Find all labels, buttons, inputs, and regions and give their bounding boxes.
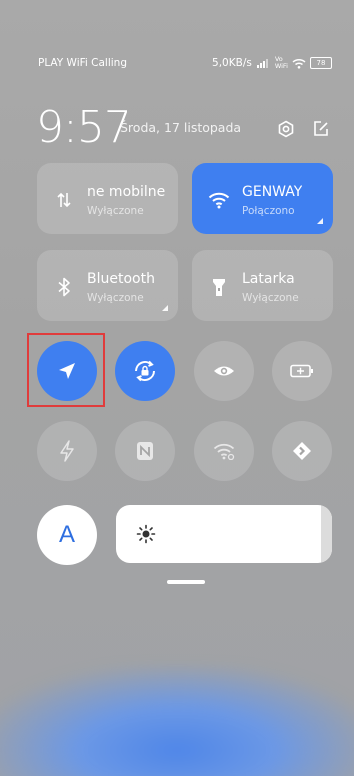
sun-icon — [136, 524, 156, 544]
battery-icon: 78 — [310, 57, 332, 69]
status-right: 5,0KB/s Vo WiFi 78 — [212, 56, 332, 70]
brightness-slider[interactable] — [116, 505, 332, 563]
toggle-screen-cast[interactable] — [272, 421, 332, 481]
mobile-data-arrows-icon — [53, 189, 75, 211]
status-icons: Vo WiFi 78 — [256, 55, 332, 70]
drag-handle[interactable] — [167, 580, 205, 584]
wifi-icon — [208, 189, 230, 211]
expand-corner-icon — [317, 218, 323, 224]
rotation-lock-icon — [135, 360, 155, 382]
tile-subtitle: Wyłączone — [87, 205, 144, 217]
tile-subtitle: Połączono — [242, 205, 295, 217]
toggle-battery-saver[interactable] — [272, 341, 332, 401]
settings-gear-icon[interactable] — [277, 120, 295, 138]
bottom-glow — [0, 666, 354, 776]
wifi-hotspot-icon — [213, 443, 235, 460]
wifi-status-icon — [292, 58, 306, 69]
control-center: PLAY WiFi Calling 5,0KB/s Vo WiFi 78 9:5… — [0, 0, 354, 776]
brightness-track-remainder — [321, 505, 332, 563]
date-label: Środa, 17 listopada — [120, 120, 242, 135]
toggle-rotation-lock[interactable] — [115, 341, 175, 401]
tile-subtitle: Wyłączone — [87, 292, 144, 304]
tile-bluetooth[interactable]: Bluetooth Wyłączone — [37, 250, 178, 321]
tile-title: Bluetooth — [87, 271, 155, 287]
bluetooth-icon — [53, 276, 75, 298]
tile-subtitle: Wyłączone — [242, 292, 299, 304]
flash-icon — [60, 440, 74, 462]
tile-flashlight[interactable]: Latarka Wyłączone — [192, 250, 333, 321]
tile-title: GENWAY — [242, 184, 303, 200]
edit-icon[interactable] — [312, 120, 330, 138]
carrier-label: PLAY WiFi Calling — [38, 57, 127, 69]
toggle-reading-mode[interactable] — [194, 341, 254, 401]
eye-icon — [214, 366, 234, 376]
tile-title: ne mobilne — [87, 184, 166, 200]
volte-wifi-icon: Vo WiFi — [274, 55, 288, 70]
signal-icon — [256, 59, 268, 68]
flashlight-icon — [208, 276, 230, 298]
tile-wifi[interactable]: GENWAY Połączono — [192, 163, 333, 234]
tile-title: Latarka — [242, 271, 295, 287]
clock: 9:57 — [36, 102, 132, 153]
expand-corner-icon — [162, 305, 168, 311]
battery-saver-icon — [290, 364, 313, 378]
toggle-hotspot[interactable] — [194, 421, 254, 481]
network-speed: 5,0KB/s — [212, 57, 252, 69]
highlight-box — [27, 333, 105, 407]
status-bar: PLAY WiFi Calling 5,0KB/s Vo WiFi 78 — [38, 54, 332, 72]
toggle-flash[interactable] — [37, 421, 97, 481]
toggle-nfc[interactable] — [115, 421, 175, 481]
tile-mobile-data[interactable]: ne mobilne Wyłączone — [37, 163, 178, 234]
auto-brightness-button[interactable]: A — [37, 505, 97, 565]
screen-cast-icon — [293, 442, 311, 460]
nfc-icon — [137, 442, 153, 460]
